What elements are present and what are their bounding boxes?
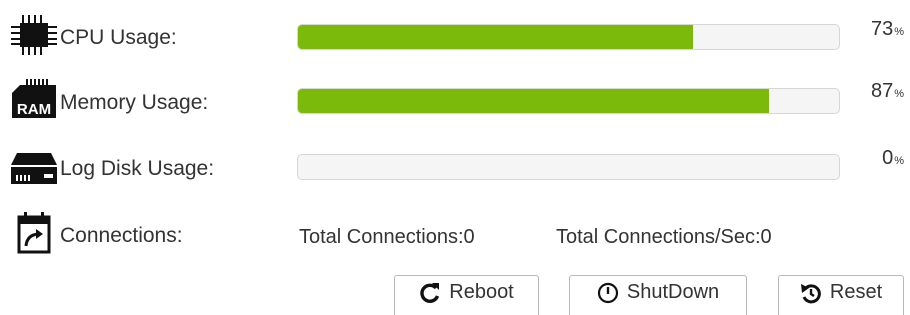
calendar-refresh-icon [8,210,58,254]
cpu-usage-percent: 73% [870,18,904,40]
cpu-chip-icon [8,14,58,56]
svg-text:RAM: RAM [17,101,51,118]
memory-usage-bar [297,88,840,114]
log-disk-usage-label: Log Disk Usage: [60,157,215,180]
reboot-button-label: Reboot [449,281,514,303]
cpu-usage-bar [297,24,840,50]
total-connections-text: Total Connections:0 [299,226,475,248]
undo-history-icon [800,282,822,304]
connections-label: Connections: [60,224,183,247]
shutdown-button[interactable]: ShutDown [569,275,747,315]
memory-usage-label: Memory Usage: [60,91,209,114]
hard-disk-icon [8,145,58,187]
total-connections-per-sec-text: Total Connections/Sec:0 [556,226,772,248]
reboot-button[interactable]: Reboot [394,275,539,315]
power-icon [597,282,619,304]
shutdown-button-label: ShutDown [626,281,720,303]
refresh-icon [419,282,441,304]
cpu-usage-bar-fill [298,25,693,49]
log-disk-usage-percent: 0% [882,147,904,169]
reset-button-label: Reset [829,281,883,303]
memory-usage-bar-fill [298,89,769,113]
cpu-usage-label: CPU Usage: [60,26,177,49]
ram-icon: RAM [8,76,58,118]
log-disk-usage-bar [297,154,840,180]
reset-button[interactable]: Reset [778,275,904,315]
memory-usage-percent: 87% [870,80,904,102]
